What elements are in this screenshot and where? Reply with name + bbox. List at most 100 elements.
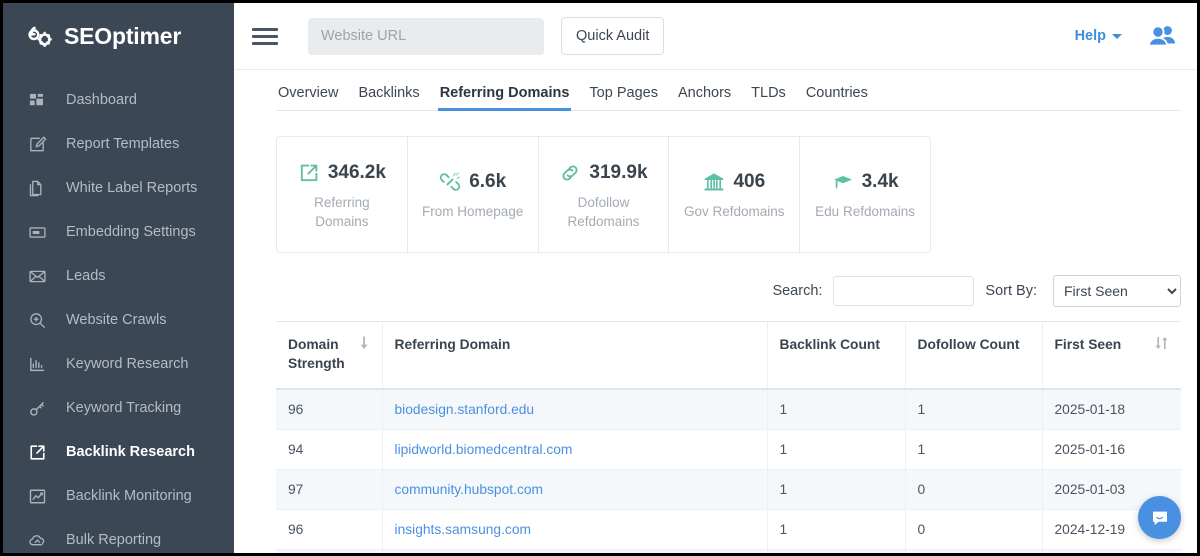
stat-label: Referring Domains (287, 193, 397, 231)
sidebar-item-keyword-research[interactable]: Keyword Research (3, 342, 234, 386)
key-icon (28, 399, 47, 418)
sidebar-nav: Dashboard Report Templates White Label R… (3, 70, 234, 553)
cell-domain-strength: 94 (276, 430, 382, 470)
cell-domain-strength: 97 (276, 550, 382, 553)
bar-chart-icon (28, 355, 47, 374)
stat-value: 346.2k (328, 162, 386, 184)
tab-countries[interactable]: Countries (804, 85, 870, 110)
sort-both-icon (1155, 336, 1169, 356)
search-input[interactable] (833, 276, 974, 306)
th-backlink-count[interactable]: Backlink Count (767, 322, 905, 390)
stat-edu-refdomains: 3.4k Edu Refdomains (800, 137, 930, 252)
cell-domain-strength: 96 (276, 510, 382, 550)
table-header-row: Domain Strength Referring Domain Backlin… (276, 322, 1181, 390)
cell-dofollow-count: 1 (905, 430, 1042, 470)
table-row[interactable]: 94 lipidworld.biomedcentral.com 1 1 2025… (276, 430, 1181, 470)
cell-referring-domain: lipidworld.biomedcentral.com (382, 430, 767, 470)
th-label: Domain Strength (288, 336, 355, 373)
stat-label: From Homepage (422, 202, 523, 221)
caret-down-icon (1112, 34, 1122, 39)
sidebar-item-report-templates[interactable]: Report Templates (3, 122, 234, 166)
cloud-icon (28, 531, 47, 550)
stat-label: Dofollow Refdomains (548, 193, 658, 231)
users-icon[interactable] (1147, 23, 1177, 49)
sidebar-item-label: Dashboard (66, 92, 137, 108)
topbar-right: Help (1075, 23, 1177, 49)
stat-value: 6.6k (469, 171, 506, 193)
website-url-input[interactable] (308, 18, 544, 55)
referring-domain-link[interactable]: lipidworld.biomedcentral.com (395, 442, 573, 457)
stat-value: 406 (733, 171, 765, 193)
sidebar-item-leads[interactable]: Leads (3, 254, 234, 298)
brand-logo[interactable]: SEOptimer (3, 3, 234, 70)
th-first-seen[interactable]: First Seen (1042, 322, 1181, 390)
sidebar-item-backlink-monitoring[interactable]: Backlink Monitoring (3, 474, 234, 518)
sidebar-item-embedding-settings[interactable]: Embedding Settings (3, 210, 234, 254)
tab-anchors[interactable]: Anchors (676, 85, 733, 110)
table-row[interactable]: 96 biodesign.stanford.edu 1 1 2025-01-18 (276, 389, 1181, 430)
sidebar-item-label: Report Templates (66, 136, 179, 152)
top-bar: Quick Audit Help (234, 3, 1197, 70)
cell-first-seen: 2025-01-16 (1042, 430, 1181, 470)
cell-referring-domain: insights.samsung.com (382, 510, 767, 550)
stat-label: Gov Refdomains (684, 202, 785, 221)
referring-domain-link[interactable]: biodesign.stanford.edu (395, 402, 535, 417)
sidebar-item-dashboard[interactable]: Dashboard (3, 78, 234, 122)
sort-by-label: Sort By: (985, 283, 1037, 299)
tab-overview[interactable]: Overview (276, 85, 340, 110)
stat-value: 319.9k (589, 162, 647, 184)
referring-domain-link[interactable]: community.hubspot.com (395, 482, 544, 497)
sidebar-item-label: Keyword Tracking (66, 400, 181, 416)
hamburger-icon[interactable] (252, 23, 278, 49)
external-link-icon (28, 443, 47, 462)
sidebar-item-website-crawls[interactable]: Website Crawls (3, 298, 234, 342)
external-link-icon (298, 162, 320, 184)
stat-referring-domains: 346.2k Referring Domains (277, 137, 408, 252)
gear-refresh-icon (25, 22, 55, 52)
sidebar-item-bulk-reporting[interactable]: Bulk Reporting (3, 518, 234, 553)
th-label: First Seen (1055, 336, 1122, 355)
sidebar-item-keyword-tracking[interactable]: Keyword Tracking (3, 386, 234, 430)
tab-backlinks[interactable]: Backlinks (356, 85, 421, 110)
graduation-cap-icon (832, 171, 854, 193)
referring-domains-table: Domain Strength Referring Domain Backlin… (276, 321, 1181, 553)
chat-bubble-icon[interactable] (1138, 496, 1181, 539)
table-row[interactable]: 97 community.hubspot.com 1 0 2025-01-03 (276, 470, 1181, 510)
sort-arrow-down-icon (359, 336, 370, 356)
cell-dofollow-count: 1 (905, 389, 1042, 430)
main-area: Quick Audit Help Overview (234, 3, 1197, 553)
table-head: Domain Strength Referring Domain Backlin… (276, 322, 1181, 390)
table-body: 96 biodesign.stanford.edu 1 1 2025-01-18… (276, 389, 1181, 553)
th-domain-strength[interactable]: Domain Strength (276, 322, 382, 390)
cell-referring-domain: biodesign.stanford.edu (382, 389, 767, 430)
cell-domain-strength: 97 (276, 470, 382, 510)
tab-tlds[interactable]: TLDs (749, 85, 788, 110)
quick-audit-button[interactable]: Quick Audit (561, 17, 664, 55)
th-label: Referring Domain (395, 337, 511, 352)
help-label: Help (1075, 28, 1106, 44)
tab-top-pages[interactable]: Top Pages (587, 85, 660, 110)
sidebar-item-label: White Label Reports (66, 180, 197, 196)
table-row[interactable]: 97 heal.nih.gov 2 2 2024-12-13 (276, 550, 1181, 553)
stat-from-homepage: 6.6k From Homepage (408, 137, 539, 252)
th-dofollow-count[interactable]: Dofollow Count (905, 322, 1042, 390)
cell-backlink-count: 1 (767, 510, 905, 550)
cell-dofollow-count: 0 (905, 510, 1042, 550)
tab-bar: Overview Backlinks Referring Domains Top… (276, 70, 1181, 111)
magnifier-plus-icon (28, 311, 47, 330)
cell-backlink-count: 2 (767, 550, 905, 553)
sidebar-item-white-label-reports[interactable]: White Label Reports (3, 166, 234, 210)
sidebar-item-label: Bulk Reporting (66, 532, 161, 548)
stat-label: Edu Refdomains (815, 202, 915, 221)
sort-by-select[interactable]: First Seen (1053, 275, 1181, 307)
search-label: Search: (772, 283, 822, 299)
brand-name: SEOptimer (64, 23, 181, 50)
help-menu[interactable]: Help (1075, 28, 1122, 44)
referring-domain-link[interactable]: insights.samsung.com (395, 522, 532, 537)
table-row[interactable]: 96 insights.samsung.com 1 0 2024-12-19 (276, 510, 1181, 550)
th-referring-domain[interactable]: Referring Domain (382, 322, 767, 390)
sidebar-item-backlink-research[interactable]: Backlink Research (3, 430, 234, 474)
cell-referring-domain: community.hubspot.com (382, 470, 767, 510)
tab-referring-domains[interactable]: Referring Domains (438, 85, 572, 110)
cell-backlink-count: 1 (767, 430, 905, 470)
